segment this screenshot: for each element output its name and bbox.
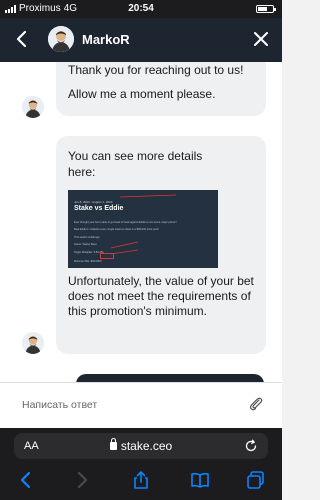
paperclip-icon[interactable] <box>248 396 264 412</box>
message-input[interactable]: Написать ответ <box>22 399 97 411</box>
promotion-screenshot-image[interactable]: Jun 8, 2023 - August 1, 2023 Stake vs Ed… <box>68 190 218 268</box>
address-bar[interactable]: AA stake.ceo <box>14 433 268 459</box>
promo-line: Minimum Bet: $30.0000 <box>74 260 102 263</box>
message-composer: Написать ответ <box>0 382 282 428</box>
message-text: Unfortunately, the value of your bet doe… <box>68 274 254 318</box>
browser-chrome: AA stake.ceo <box>0 428 282 500</box>
url-display[interactable]: stake.ceo <box>14 438 268 453</box>
message-text: Thank you for reaching out to us! <box>68 63 244 77</box>
agent-avatar <box>22 96 44 118</box>
url-text: stake.ceo <box>120 439 173 453</box>
browser-toolbar <box>0 464 282 500</box>
chat-messages[interactable]: Thank you for reaching out to us! Allow … <box>0 62 282 382</box>
close-icon[interactable] <box>252 30 270 48</box>
tabs-icon[interactable] <box>246 470 266 490</box>
clock: 20:54 <box>128 3 154 14</box>
chat-header: MarkoR <box>0 18 282 62</box>
share-icon[interactable] <box>131 470 151 490</box>
back-chevron-icon[interactable] <box>12 29 32 49</box>
agent-message-bubble: Thank you for reaching out to us! Allow … <box>56 62 266 116</box>
agent-avatar <box>22 332 44 354</box>
agent-avatar <box>48 26 74 52</box>
lock-icon <box>109 438 117 450</box>
agent-name: MarkoR <box>82 32 130 47</box>
forward-arrow-icon[interactable] <box>72 470 92 490</box>
battery-icon <box>256 5 276 13</box>
bookmarks-icon[interactable] <box>190 470 210 490</box>
red-arrow-marks <box>110 241 139 255</box>
reload-icon[interactable] <box>244 439 258 453</box>
status-bar: Proximus 4G 20:54 <box>0 0 282 18</box>
message-text: Allow me a moment please. <box>68 87 216 101</box>
message-text: You can see more details here: <box>68 149 203 179</box>
red-underline-mark <box>119 194 177 198</box>
user-message-bubble <box>76 374 264 382</box>
back-arrow-icon[interactable] <box>16 470 36 490</box>
agent-message-bubble: You can see more details here: Jun 8, 20… <box>56 136 266 354</box>
